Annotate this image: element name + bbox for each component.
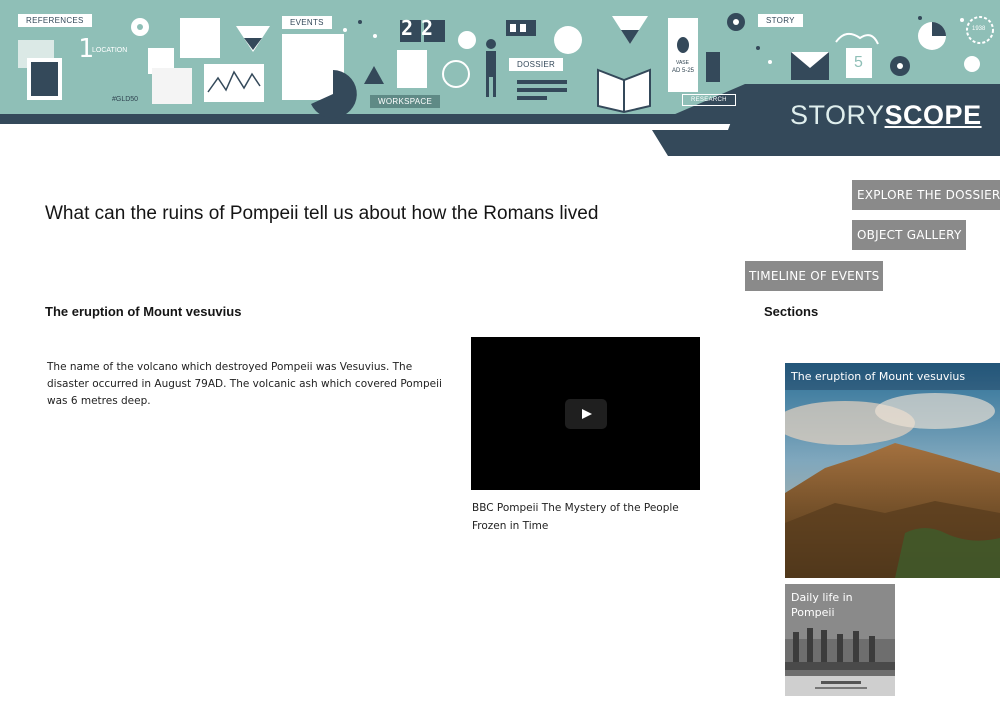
- research-tag: RESEARCH: [682, 94, 736, 106]
- logo-part-scope: SCOPE: [884, 100, 982, 130]
- location-label: LOCATION: [92, 47, 128, 54]
- explore-dossier-button[interactable]: EXPLORE THE DOSSIER: [852, 180, 1000, 210]
- story-tag: STORY: [758, 14, 803, 27]
- volcano-image: [785, 363, 1000, 578]
- video-caption: BBC Pompeii The Mystery of the People Fr…: [472, 502, 679, 532]
- section-thumb-daily-life[interactable]: Daily life in Pompeii: [785, 584, 895, 696]
- counter-display: 22: [401, 16, 442, 40]
- references-tag: REFERENCES: [18, 14, 92, 27]
- workspace-tag: WORKSPACE: [370, 95, 441, 108]
- logo-part-story: STORY: [790, 100, 885, 130]
- play-icon[interactable]: [565, 399, 607, 429]
- events-tag: EVENTS: [282, 16, 332, 29]
- timeline-events-button[interactable]: TIMELINE OF EVENTS: [745, 261, 884, 291]
- vase-label: VASE: [676, 60, 689, 66]
- section-heading: The eruption of Mount vesuvius: [45, 304, 242, 319]
- page-title: What can the ruins of Pompeii tell us ab…: [45, 203, 599, 224]
- header-banner: REFERENCES EVENTS WORKSPACE DOSSIER STOR…: [0, 0, 1000, 156]
- calendar-number: 5: [854, 54, 863, 71]
- storyscope-logo: STORYSCOPE: [790, 100, 982, 131]
- video-player[interactable]: [471, 337, 700, 490]
- banner-illustration: [0, 0, 1000, 156]
- object-gallery-button[interactable]: OBJECT GALLERY: [852, 220, 967, 250]
- small-tag-label: #GLD50: [112, 96, 139, 103]
- section-thumb-eruption[interactable]: The eruption of Mount vesuvius: [785, 363, 1000, 578]
- section-thumb-label: Daily life in Pompeii: [791, 591, 853, 619]
- sections-heading: Sections: [764, 304, 819, 319]
- section-body-text: The name of the volcano which destroyed …: [47, 361, 442, 407]
- dossier-tag: DOSSIER: [509, 58, 564, 71]
- stamp-year: 1938: [972, 26, 986, 32]
- section-thumb-label: The eruption of Mount vesuvius: [785, 363, 1000, 390]
- vase-date: AD 5-25: [672, 68, 695, 74]
